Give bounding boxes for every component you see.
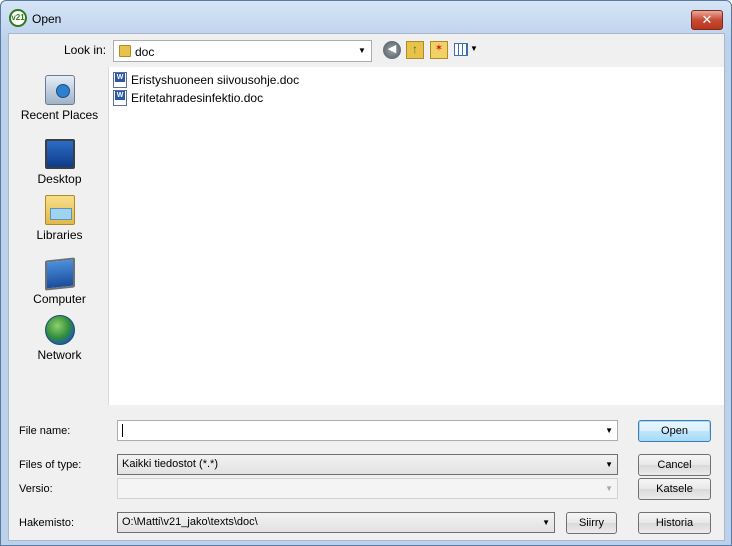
view-grid-icon bbox=[454, 43, 468, 56]
chevron-down-icon[interactable]: ▼ bbox=[356, 45, 368, 57]
title-bar[interactable]: v21 Open ✕ bbox=[1, 1, 731, 33]
filetype-select[interactable]: Kaikki tiedostot (*.*) ▼ bbox=[117, 454, 618, 475]
versio-label: Versio: bbox=[19, 483, 53, 495]
filename-label: File name: bbox=[19, 425, 71, 437]
recent-places-icon bbox=[44, 75, 75, 105]
file-name: Eristyshuoneen siivousohje.doc bbox=[131, 73, 300, 87]
open-button[interactable]: Open bbox=[638, 420, 711, 442]
word-doc-icon bbox=[113, 72, 127, 88]
new-folder-icon[interactable]: ✶ bbox=[430, 41, 448, 59]
window-title: Open bbox=[32, 12, 62, 26]
chevron-down-icon: ▼ bbox=[605, 484, 613, 493]
filetype-label: Files of type: bbox=[19, 459, 82, 471]
chevron-down-icon[interactable]: ▼ bbox=[605, 459, 613, 471]
up-folder-icon[interactable]: ↑ bbox=[406, 41, 424, 59]
place-network[interactable]: Network bbox=[12, 315, 107, 362]
chevron-down-icon[interactable]: ▼ bbox=[542, 517, 550, 529]
place-computer[interactable]: Computer bbox=[12, 255, 107, 306]
place-label: Recent Places bbox=[20, 108, 99, 122]
chevron-down-icon[interactable]: ▼ bbox=[605, 425, 613, 437]
back-icon[interactable]: ◀ bbox=[383, 41, 401, 59]
hakemisto-value: O:\Matti\v21_jako\texts\doc\ bbox=[122, 516, 258, 528]
word-doc-icon bbox=[113, 90, 127, 106]
place-label: Computer bbox=[33, 292, 86, 306]
chevron-down-icon: ▼ bbox=[470, 44, 478, 53]
place-desktop[interactable]: Desktop bbox=[12, 135, 107, 186]
versio-select: ▼ bbox=[117, 478, 618, 499]
siirry-button[interactable]: Siirry bbox=[566, 512, 617, 534]
katsele-button[interactable]: Katsele bbox=[638, 478, 711, 500]
desktop-icon bbox=[44, 139, 75, 169]
lookin-combo[interactable]: doc ▼ bbox=[113, 40, 372, 62]
cancel-button[interactable]: Cancel bbox=[638, 454, 711, 476]
file-name: Eritetahradesinfektio.doc bbox=[131, 91, 264, 105]
dialog-client-area: Look in: doc ▼ ◀ ↑ ✶ ▼ Recent Places Des… bbox=[8, 33, 725, 541]
view-menu-icon[interactable]: ▼ bbox=[454, 41, 478, 59]
close-button[interactable]: ✕ bbox=[691, 10, 723, 30]
lookin-label: Look in: bbox=[64, 43, 107, 57]
place-recent-places[interactable]: Recent Places bbox=[12, 75, 107, 122]
place-label: Libraries bbox=[36, 228, 83, 242]
network-icon bbox=[44, 315, 75, 345]
hakemisto-label: Hakemisto: bbox=[19, 517, 75, 529]
open-dialog: v21 Open ✕ Look in: doc ▼ ◀ ↑ ✶ ▼ Recent… bbox=[0, 0, 732, 546]
hakemisto-select[interactable]: O:\Matti\v21_jako\texts\doc\ ▼ bbox=[117, 512, 555, 533]
lookin-value: doc bbox=[135, 45, 155, 59]
folder-icon bbox=[119, 45, 131, 57]
file-list[interactable]: Eristyshuoneen siivousohje.doc Eritetahr… bbox=[108, 67, 724, 405]
place-label: Network bbox=[37, 348, 82, 362]
text-caret bbox=[122, 424, 123, 437]
libraries-icon bbox=[44, 195, 75, 225]
place-label: Desktop bbox=[37, 172, 82, 186]
app-icon: v21 bbox=[9, 9, 27, 27]
places-bar: Recent Places Desktop Libraries Computer… bbox=[12, 67, 107, 405]
place-libraries[interactable]: Libraries bbox=[12, 195, 107, 242]
computer-icon bbox=[44, 257, 75, 291]
filetype-value: Kaikki tiedostot (*.*) bbox=[122, 458, 218, 470]
filename-field[interactable]: ▼ bbox=[117, 420, 618, 441]
historia-button[interactable]: Historia bbox=[638, 512, 711, 534]
